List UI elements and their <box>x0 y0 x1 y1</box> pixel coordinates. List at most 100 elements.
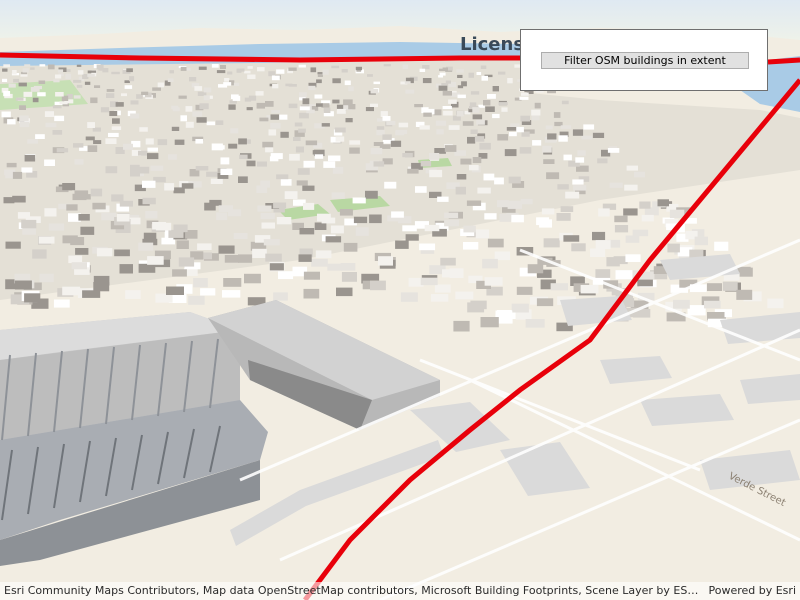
building-block <box>303 288 320 299</box>
building-block <box>563 154 572 161</box>
building-block <box>352 197 366 204</box>
building-block <box>322 69 329 75</box>
building-block <box>32 97 39 103</box>
building-block <box>402 64 409 69</box>
building-block <box>463 242 479 250</box>
building-block <box>390 140 402 147</box>
building-block <box>365 107 374 112</box>
building-block <box>383 64 391 67</box>
building-block <box>344 80 351 86</box>
building-block <box>109 111 118 116</box>
building-block <box>52 130 63 135</box>
building-block <box>224 255 239 263</box>
building-block <box>8 83 16 88</box>
building-block <box>504 149 517 157</box>
building-block <box>376 126 385 131</box>
building-block <box>339 209 353 216</box>
building-block <box>78 214 90 221</box>
building-block <box>124 85 133 89</box>
building-block <box>481 75 488 81</box>
building-block <box>216 212 228 221</box>
building-block <box>561 100 569 105</box>
building-block <box>102 68 109 73</box>
building-block <box>247 66 253 69</box>
building-block <box>484 213 497 220</box>
building-block <box>657 199 669 207</box>
building-block <box>15 97 24 101</box>
building-block <box>138 263 156 273</box>
powered-by-esri[interactable]: Powered by Esri <box>708 584 796 597</box>
building-block <box>714 241 729 251</box>
building-block <box>262 141 274 148</box>
building-block <box>215 120 224 125</box>
building-block <box>323 161 336 168</box>
building-block <box>382 116 391 121</box>
building-block <box>639 201 651 209</box>
building-block <box>429 169 443 178</box>
building-block <box>265 253 282 262</box>
building-block <box>323 107 331 113</box>
building-block <box>308 85 316 91</box>
building-block <box>24 64 31 67</box>
building-block <box>414 104 423 108</box>
building-block <box>497 200 509 208</box>
building-block <box>39 64 46 67</box>
building-block <box>422 78 432 84</box>
building-block <box>143 232 157 242</box>
building-block <box>130 100 139 105</box>
building-block <box>626 165 638 171</box>
building-block <box>125 290 141 299</box>
building-block <box>519 96 529 100</box>
building-block <box>521 92 529 96</box>
building-block <box>220 157 230 165</box>
building-block <box>222 290 241 298</box>
building-block <box>331 65 340 69</box>
building-block <box>609 182 623 188</box>
building-block <box>169 70 174 74</box>
building-block <box>767 298 784 309</box>
building-block <box>580 285 599 294</box>
building-block <box>92 202 106 210</box>
attribution-text[interactable]: Esri Community Maps Contributors, Map da… <box>4 584 704 597</box>
building-block <box>2 68 8 72</box>
building-block <box>123 143 133 150</box>
building-block <box>298 128 306 133</box>
building-block <box>276 217 292 225</box>
building-block <box>571 243 586 252</box>
map-view[interactable]: Verde Street License Filter OSM building… <box>0 0 800 600</box>
building-block <box>96 248 113 257</box>
building-block <box>204 202 216 211</box>
building-block <box>327 263 343 271</box>
building-block <box>420 277 438 286</box>
building-block <box>470 129 478 134</box>
building-block <box>228 143 238 149</box>
building-block <box>101 212 117 221</box>
building-block <box>5 241 21 249</box>
building-block <box>197 243 212 250</box>
building-block <box>558 135 568 142</box>
building-block <box>472 107 480 113</box>
building-block <box>475 229 490 239</box>
building-block <box>220 65 226 69</box>
building-block <box>590 248 606 257</box>
building-block <box>440 257 456 266</box>
building-block <box>27 139 38 144</box>
building-block <box>14 280 32 290</box>
filter-osm-buildings-button[interactable]: Filter OSM buildings in extent <box>541 52 749 69</box>
building-block <box>395 240 409 249</box>
building-block <box>119 200 133 207</box>
building-block <box>625 254 641 262</box>
building-block <box>448 99 457 104</box>
building-block <box>483 173 495 181</box>
building-block <box>62 235 78 244</box>
building-block <box>376 129 385 136</box>
building-block <box>542 145 552 153</box>
building-block <box>424 224 440 232</box>
building-block <box>485 106 495 112</box>
building-block <box>257 67 265 72</box>
building-block <box>13 78 20 83</box>
building-block <box>592 231 606 241</box>
building-block <box>422 65 430 70</box>
building-block <box>391 211 404 218</box>
building-block <box>284 191 298 199</box>
